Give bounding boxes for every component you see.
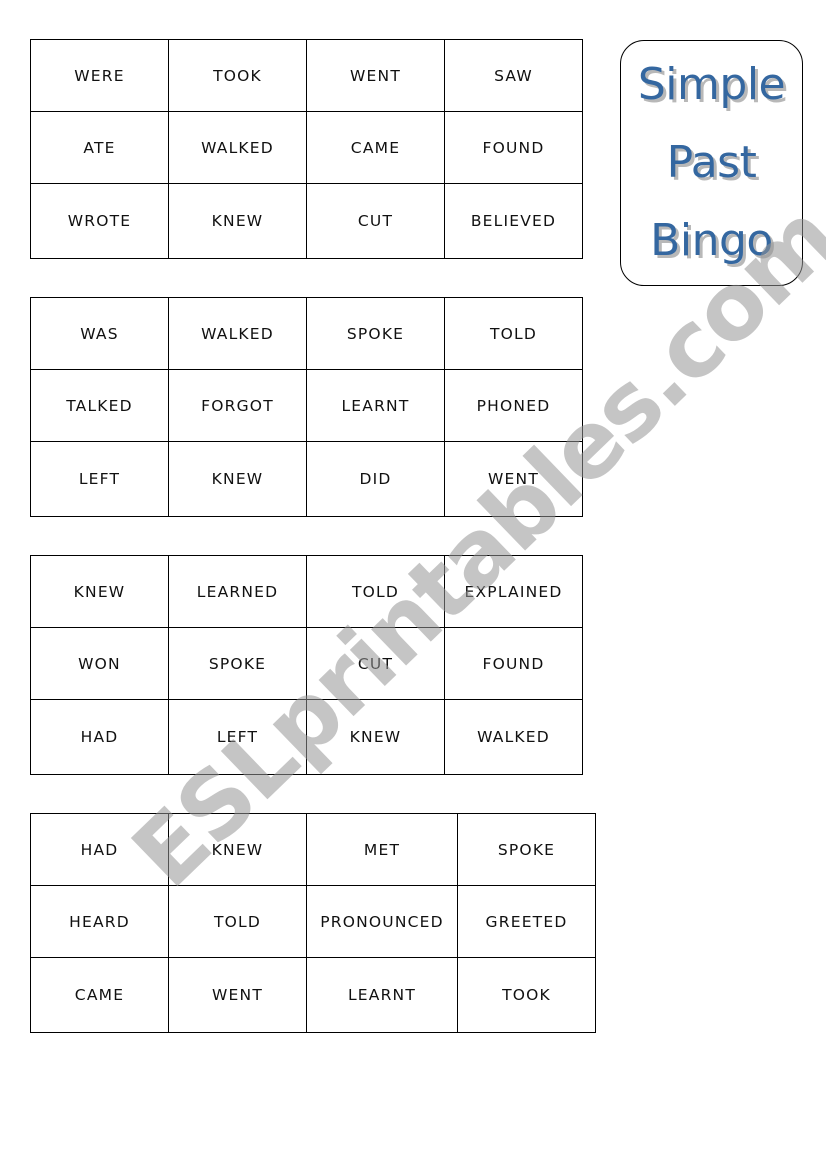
bingo-card-2: WAS WALKED SPOKE TOLD TALKED FORGOT LEAR… xyxy=(30,297,583,517)
bingo-cell: SPOKE xyxy=(306,297,445,370)
bingo-cell: HAD xyxy=(30,699,169,775)
bingo-cell: TOLD xyxy=(306,555,445,628)
bingo-cell: LEARNT xyxy=(306,957,458,1033)
bingo-cell: CUT xyxy=(306,627,445,700)
card-row: HAD KNEW MET SPOKE xyxy=(30,813,596,886)
bingo-cell: SAW xyxy=(444,39,583,112)
bingo-cell: KNEW xyxy=(30,555,169,628)
bingo-cell: FOUND xyxy=(444,111,583,184)
bingo-cell: HEARD xyxy=(30,885,169,958)
bingo-cell: TOLD xyxy=(168,885,307,958)
bingo-cell: TALKED xyxy=(30,369,169,442)
bingo-cell: LEARNT xyxy=(306,369,445,442)
card-row: WROTE KNEW CUT BELIEVED xyxy=(30,183,583,259)
bingo-cell: ATE xyxy=(30,111,169,184)
bingo-cell: FORGOT xyxy=(168,369,307,442)
bingo-card-1: WERE TOOK WENT SAW ATE WALKED CAME FOUND… xyxy=(30,39,583,259)
bingo-card-4: HAD KNEW MET SPOKE HEARD TOLD PRONOUNCED… xyxy=(30,813,596,1033)
bingo-cell: WALKED xyxy=(168,297,307,370)
bingo-cell: KNEW xyxy=(306,699,445,775)
bingo-cell: KNEW xyxy=(168,813,307,886)
bingo-cell: WALKED xyxy=(444,699,583,775)
bingo-cell: WALKED xyxy=(168,111,307,184)
title-line-bingo: Bingo xyxy=(650,215,773,266)
card-row: HEARD TOLD PRONOUNCED GREETED xyxy=(30,885,596,958)
title-line-past: Past xyxy=(666,137,757,188)
bingo-cell: SPOKE xyxy=(168,627,307,700)
bingo-cell: HAD xyxy=(30,813,169,886)
bingo-cell: WROTE xyxy=(30,183,169,259)
bingo-cell: LEARNED xyxy=(168,555,307,628)
bingo-cell: KNEW xyxy=(168,183,307,259)
bingo-cell: MET xyxy=(306,813,458,886)
bingo-cell: TOLD xyxy=(444,297,583,370)
title-line-simple: Simple xyxy=(637,59,786,110)
bingo-cell: SPOKE xyxy=(457,813,596,886)
bingo-card-3: KNEW LEARNED TOLD EXPLAINED WON SPOKE CU… xyxy=(30,555,583,775)
card-row: LEFT KNEW DID WENT xyxy=(30,441,583,517)
bingo-cell: LEFT xyxy=(168,699,307,775)
bingo-cell: DID xyxy=(306,441,445,517)
card-row: WON SPOKE CUT FOUND xyxy=(30,627,583,700)
card-row: WAS WALKED SPOKE TOLD xyxy=(30,297,583,370)
bingo-cell: TOOK xyxy=(168,39,307,112)
bingo-cell: KNEW xyxy=(168,441,307,517)
bingo-cell: CAME xyxy=(30,957,169,1033)
bingo-cell: PRONOUNCED xyxy=(306,885,458,958)
bingo-cell: WAS xyxy=(30,297,169,370)
bingo-cell: WENT xyxy=(168,957,307,1033)
bingo-cell: TOOK xyxy=(457,957,596,1033)
bingo-cell: WON xyxy=(30,627,169,700)
bingo-cell: WENT xyxy=(306,39,445,112)
card-row: HAD LEFT KNEW WALKED xyxy=(30,699,583,775)
bingo-cell: FOUND xyxy=(444,627,583,700)
bingo-cell: EXPLAINED xyxy=(444,555,583,628)
bingo-cell: BELIEVED xyxy=(444,183,583,259)
card-row: WERE TOOK WENT SAW xyxy=(30,39,583,112)
card-row: KNEW LEARNED TOLD EXPLAINED xyxy=(30,555,583,628)
card-row: CAME WENT LEARNT TOOK xyxy=(30,957,596,1033)
bingo-cell: CUT xyxy=(306,183,445,259)
bingo-cell: LEFT xyxy=(30,441,169,517)
card-row: TALKED FORGOT LEARNT PHONED xyxy=(30,369,583,442)
card-row: ATE WALKED CAME FOUND xyxy=(30,111,583,184)
bingo-cell: PHONED xyxy=(444,369,583,442)
bingo-cell: WERE xyxy=(30,39,169,112)
bingo-cell: CAME xyxy=(306,111,445,184)
bingo-cell: GREETED xyxy=(457,885,596,958)
bingo-cell: WENT xyxy=(444,441,583,517)
title-box: Simple Past Bingo xyxy=(620,40,803,286)
